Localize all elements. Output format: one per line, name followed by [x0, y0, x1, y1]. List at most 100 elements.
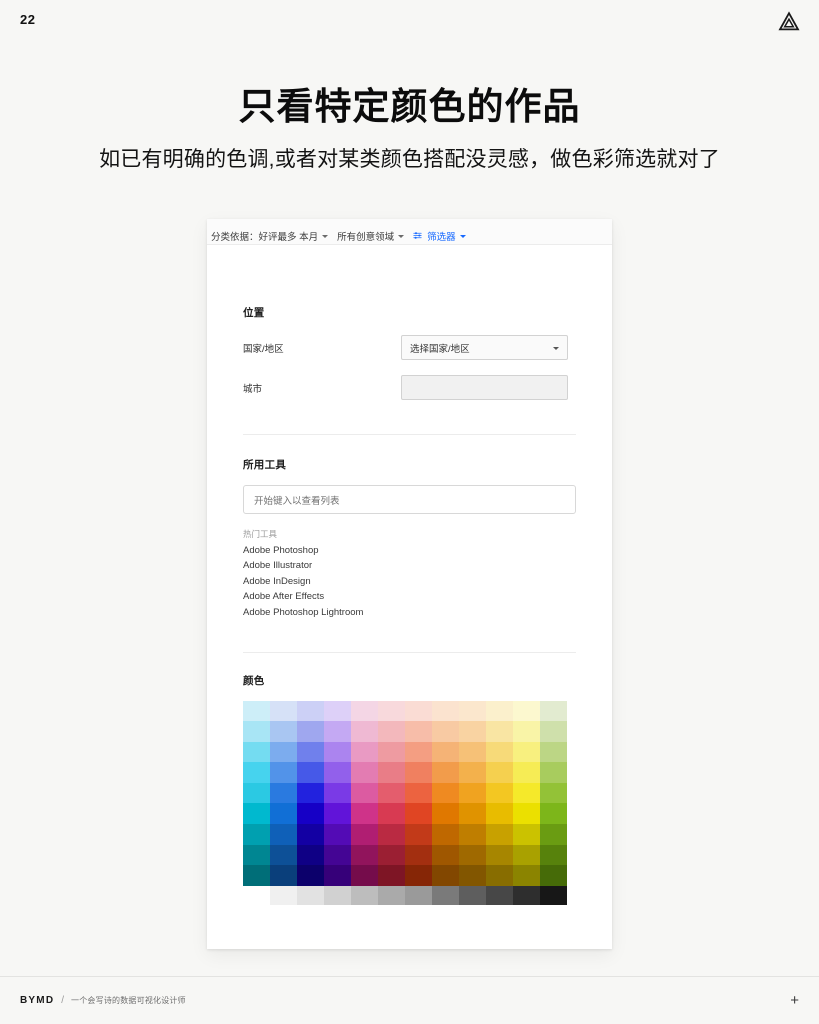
color-swatch[interactable]	[270, 844, 297, 866]
color-swatch[interactable]	[243, 844, 270, 866]
color-swatch[interactable]	[378, 824, 405, 845]
city-input[interactable]	[401, 375, 568, 400]
color-swatch[interactable]	[513, 844, 540, 866]
color-swatch[interactable]	[432, 700, 459, 722]
color-picker[interactable]	[243, 700, 576, 905]
color-swatch[interactable]	[270, 721, 297, 742]
color-swatch[interactable]	[351, 844, 378, 866]
color-swatch[interactable]	[405, 762, 432, 783]
color-swatch[interactable]	[351, 721, 378, 742]
color-swatch[interactable]	[243, 741, 270, 763]
color-swatch[interactable]	[378, 803, 405, 825]
color-swatch[interactable]	[540, 865, 567, 886]
color-swatch[interactable]	[486, 865, 513, 886]
tools-search-input[interactable]: 开始键入以查看列表	[243, 485, 576, 514]
list-item[interactable]: Adobe After Effects	[243, 587, 576, 602]
color-swatch[interactable]	[405, 844, 432, 866]
color-swatch[interactable]	[270, 865, 297, 886]
color-swatch[interactable]	[486, 762, 513, 783]
color-swatch[interactable]	[297, 741, 324, 763]
color-swatch[interactable]	[324, 824, 351, 845]
color-swatch[interactable]	[432, 762, 459, 783]
grayscale-swatch[interactable]	[324, 885, 351, 905]
grayscale-swatch[interactable]	[297, 885, 324, 905]
color-swatch[interactable]	[297, 824, 324, 845]
grayscale-swatch[interactable]	[351, 885, 378, 905]
country-select[interactable]: 选择国家/地区	[401, 335, 568, 360]
color-swatch-grid[interactable]	[243, 700, 567, 886]
list-item[interactable]: Adobe Photoshop Lightroom	[243, 602, 576, 618]
color-swatch[interactable]	[513, 824, 540, 845]
grayscale-swatch[interactable]	[513, 885, 540, 905]
color-swatch[interactable]	[378, 741, 405, 763]
color-swatch[interactable]	[513, 803, 540, 825]
grayscale-swatch[interactable]	[405, 885, 432, 905]
color-swatch[interactable]	[243, 865, 270, 886]
color-swatch[interactable]	[324, 721, 351, 742]
color-swatch[interactable]	[540, 741, 567, 763]
color-swatch[interactable]	[540, 700, 567, 722]
color-swatch[interactable]	[297, 865, 324, 886]
color-swatch[interactable]	[513, 865, 540, 886]
plus-icon[interactable]: +	[790, 993, 799, 1008]
color-swatch[interactable]	[351, 865, 378, 886]
color-swatch[interactable]	[243, 721, 270, 742]
color-swatch[interactable]	[378, 865, 405, 886]
list-item[interactable]: Adobe Photoshop	[243, 540, 576, 556]
creative-field-dropdown[interactable]: 所有创意领域	[337, 229, 405, 243]
color-swatch[interactable]	[405, 865, 432, 886]
color-swatch[interactable]	[459, 741, 486, 763]
color-swatch[interactable]	[270, 803, 297, 825]
color-swatch[interactable]	[432, 803, 459, 825]
color-swatch[interactable]	[324, 741, 351, 763]
color-swatch[interactable]	[459, 782, 486, 804]
color-swatch[interactable]	[243, 782, 270, 804]
grayscale-swatch[interactable]	[486, 885, 513, 905]
color-swatch[interactable]	[540, 824, 567, 845]
color-swatch[interactable]	[243, 700, 270, 722]
color-swatch[interactable]	[405, 721, 432, 742]
color-swatch[interactable]	[297, 762, 324, 783]
color-swatch[interactable]	[324, 700, 351, 722]
color-swatch[interactable]	[405, 803, 432, 825]
color-swatch[interactable]	[513, 741, 540, 763]
color-swatch[interactable]	[432, 721, 459, 742]
color-swatch[interactable]	[513, 700, 540, 722]
color-swatch[interactable]	[459, 803, 486, 825]
color-swatch[interactable]	[486, 741, 513, 763]
color-swatch[interactable]	[270, 741, 297, 763]
color-swatch[interactable]	[324, 865, 351, 886]
color-swatch[interactable]	[297, 844, 324, 866]
filters-dropdown[interactable]: 筛选器	[413, 229, 466, 243]
color-swatch[interactable]	[540, 762, 567, 783]
color-swatch[interactable]	[351, 803, 378, 825]
color-swatch[interactable]	[486, 700, 513, 722]
color-swatch[interactable]	[405, 700, 432, 722]
color-swatch[interactable]	[324, 803, 351, 825]
color-swatch[interactable]	[243, 824, 270, 845]
color-swatch[interactable]	[351, 782, 378, 804]
color-swatch[interactable]	[405, 824, 432, 845]
color-swatch[interactable]	[513, 721, 540, 742]
color-swatch[interactable]	[486, 782, 513, 804]
list-item[interactable]: Adobe InDesign	[243, 571, 576, 587]
color-swatch[interactable]	[243, 803, 270, 825]
color-swatch[interactable]	[432, 844, 459, 866]
color-swatch[interactable]	[486, 721, 513, 742]
color-swatch[interactable]	[459, 700, 486, 722]
color-swatch[interactable]	[324, 844, 351, 866]
color-swatch[interactable]	[270, 700, 297, 722]
color-swatch[interactable]	[270, 782, 297, 804]
color-swatch[interactable]	[351, 741, 378, 763]
color-swatch[interactable]	[378, 700, 405, 722]
color-swatch[interactable]	[432, 824, 459, 845]
sort-by-dropdown[interactable]: 分类依据：好评最多 本月	[211, 229, 329, 243]
color-swatch[interactable]	[540, 721, 567, 742]
color-swatch[interactable]	[351, 700, 378, 722]
list-item[interactable]: Adobe Illustrator	[243, 556, 576, 571]
color-swatch[interactable]	[432, 782, 459, 804]
color-swatch[interactable]	[243, 762, 270, 783]
color-swatch[interactable]	[540, 844, 567, 866]
color-swatch[interactable]	[297, 721, 324, 742]
color-swatch[interactable]	[351, 762, 378, 783]
